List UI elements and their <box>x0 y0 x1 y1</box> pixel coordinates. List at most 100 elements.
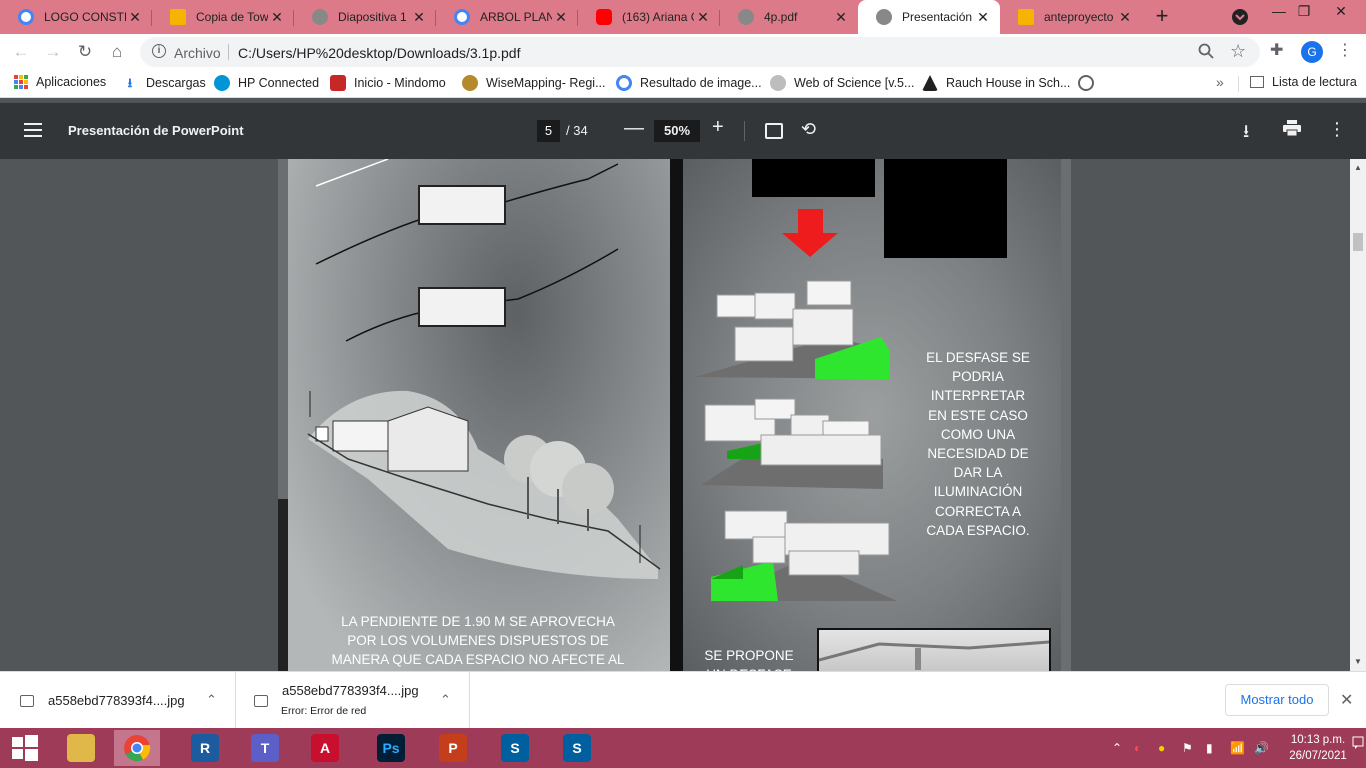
chevron-up-icon[interactable]: ⌃ <box>206 692 217 708</box>
photoshop-icon: Ps <box>377 734 405 762</box>
show-all-downloads-button[interactable]: Mostrar todo <box>1225 684 1329 716</box>
new-tab-button[interactable]: + <box>1148 4 1176 30</box>
bookmark-mindomo[interactable]: Inicio - Mindomo <box>330 75 446 91</box>
teams-icon: T <box>251 734 279 762</box>
chevron-up-icon[interactable]: ⌃ <box>440 692 451 708</box>
avatar[interactable]: G <box>1301 41 1323 63</box>
scroll-up-icon[interactable]: ▲ <box>1354 163 1362 172</box>
taskbar-powerpoint[interactable]: P <box>430 730 476 766</box>
zoom-input[interactable]: 50% <box>654 120 700 142</box>
tray-overflow-icon[interactable]: ⌃ <box>1112 741 1122 755</box>
flag-icon[interactable]: ⚑ <box>1182 741 1193 755</box>
pdf-toolbar: Presentación de PowerPoint 5 / 34 — 50% … <box>0 103 1366 159</box>
bookmark-rauch-house[interactable]: Rauch House in Sch... <box>922 75 1070 91</box>
toolbar-separator <box>744 121 745 141</box>
close-icon[interactable]: ✕ <box>694 9 712 26</box>
tab-arbol-plant[interactable]: ARBOL PLANT ✕ <box>436 0 578 34</box>
site-section-drawing <box>307 159 661 579</box>
battery-icon[interactable]: ▮ <box>1206 741 1213 755</box>
network-icon[interactable]: 📶 <box>1230 741 1245 755</box>
close-icon[interactable]: ✕ <box>552 9 570 26</box>
taskbar-autocad[interactable]: A <box>302 730 348 766</box>
taskbar-chrome[interactable] <box>114 730 160 766</box>
address-bar[interactable]: i Archivo C:/Users/HP%20desktop/Download… <box>140 37 1260 67</box>
forward-icon[interactable]: → <box>40 40 66 64</box>
start-button[interactable] <box>2 730 48 766</box>
address-url[interactable]: C:/Users/HP%20desktop/Downloads/3.1p.pdf <box>238 45 520 61</box>
taskbar-sketchup-1[interactable]: S <box>492 730 538 766</box>
download-item[interactable]: a558ebd778393f4....jpg Error: Error de r… <box>236 672 470 729</box>
close-icon[interactable]: ✕ <box>268 9 286 26</box>
zoom-out-icon[interactable]: — <box>624 117 644 140</box>
menu-icon[interactable] <box>24 123 42 137</box>
taskbar-file-explorer[interactable] <box>58 730 104 766</box>
bookmarks-overflow-button[interactable]: » <box>1216 74 1224 90</box>
page-edge <box>278 499 288 671</box>
rotate-icon[interactable]: ⟲ <box>801 119 816 140</box>
antivirus-icon[interactable]: ◐ <box>1134 741 1141 755</box>
globe-icon <box>312 9 328 25</box>
youtube-icon <box>596 9 612 25</box>
scrollbar-thumb[interactable] <box>1353 233 1363 251</box>
back-icon[interactable]: ← <box>8 40 34 64</box>
bookmark-apps[interactable]: Aplicaciones <box>14 75 106 89</box>
tab-search-icon[interactable] <box>1230 8 1250 26</box>
notifications-button[interactable] <box>1352 736 1364 760</box>
bookmark-label: Rauch House in Sch... <box>946 76 1071 90</box>
zoom-icon[interactable] <box>1198 43 1214 63</box>
tab-label: Diapositiva 1 <box>338 10 407 24</box>
reload-icon[interactable]: ↻ <box>72 40 98 64</box>
download-icon[interactable]: ⭳ <box>1243 119 1249 149</box>
browser-menu-icon[interactable]: ⋮ <box>1337 40 1353 60</box>
taskbar-sketchup-2[interactable]: S <box>554 730 600 766</box>
print-icon[interactable] <box>1283 120 1301 137</box>
slide-left-text: LA PENDIENTE DE 1.90 m SE APROVECHA POR … <box>331 614 625 667</box>
taskbar-revit[interactable]: R <box>182 730 228 766</box>
close-icon[interactable]: ✕ <box>974 9 992 26</box>
bookmark-google-images[interactable]: Resultado de image... <box>616 75 762 91</box>
home-icon[interactable]: ⌂ <box>104 40 130 64</box>
tab-diapositiva[interactable]: Diapositiva 1 ✕ <box>294 0 436 34</box>
bookmark-wisemapping[interactable]: WiseMapping- Regi... <box>462 75 606 91</box>
volume-icon[interactable]: 🔊 <box>1254 741 1269 755</box>
tray-app-icon[interactable]: ● <box>1158 741 1165 755</box>
tab-logo-constr[interactable]: LOGO CONSTR ✕ <box>0 0 152 34</box>
info-icon[interactable]: i <box>152 44 166 58</box>
tab-copia-de-town[interactable]: Copia de Town ✕ <box>152 0 294 34</box>
scroll-down-icon[interactable]: ▼ <box>1354 657 1362 666</box>
fit-to-page-icon[interactable] <box>765 123 783 139</box>
tab-presentacion-active[interactable]: Presentación d ✕ <box>858 0 1000 34</box>
reading-list-button[interactable]: Lista de lectura <box>1250 75 1357 89</box>
close-icon[interactable]: ✕ <box>126 9 144 26</box>
slides-icon <box>1018 9 1034 25</box>
tab-4p-pdf[interactable]: 4p.pdf ✕ <box>720 0 858 34</box>
page-number-input[interactable]: 5 <box>537 120 560 142</box>
scrollbar[interactable]: ▲ ▼ <box>1350 159 1366 671</box>
close-icon[interactable]: ✕ <box>1116 9 1134 26</box>
window-close-icon[interactable]: ✕ <box>1318 0 1364 34</box>
bookmarks-separator <box>1238 76 1239 92</box>
pdf-viewer[interactable]: LA PENDIENTE DE 1.90 m SE APROVECHA POR … <box>0 159 1366 671</box>
tab-youtube[interactable]: (163) Ariana G ✕ <box>578 0 720 34</box>
taskbar-photoshop[interactable]: Ps <box>368 730 414 766</box>
more-options-icon[interactable]: ⋮ <box>1328 119 1346 140</box>
bookmark-hp-connected[interactable]: HP Connected <box>214 75 319 91</box>
bookmark-star-icon[interactable]: ☆ <box>1230 41 1246 62</box>
download-item[interactable]: a558ebd778393f4....jpg ⌃ <box>0 672 236 729</box>
zoom-in-icon[interactable]: + <box>712 116 724 139</box>
taskbar-teams[interactable]: T <box>242 730 288 766</box>
close-icon[interactable]: ✕ <box>832 9 850 26</box>
tab-label: anteproyecto <box>1044 10 1114 24</box>
sketchup-icon: S <box>563 734 591 762</box>
tab-anteproyecto[interactable]: anteproyecto ✕ <box>1000 0 1142 34</box>
close-shelf-icon[interactable]: ✕ <box>1340 690 1353 710</box>
toolbar: ← → ↻ ⌂ i Archivo C:/Users/HP%20desktop/… <box>0 34 1366 70</box>
bookmark-descargas[interactable]: ⭳ Descargas <box>122 75 206 91</box>
notification-icon <box>1352 736 1364 749</box>
bookmark-web-of-science[interactable]: Web of Science [v.5... <box>770 75 914 91</box>
extensions-icon[interactable]: ✚ <box>1270 40 1283 60</box>
bookmark-globe[interactable] <box>1078 75 1102 91</box>
tab-label: 4p.pdf <box>764 10 798 24</box>
system-clock[interactable]: 10:13 p.m. 26/07/2021 <box>1283 732 1353 764</box>
close-icon[interactable]: ✕ <box>410 9 428 26</box>
